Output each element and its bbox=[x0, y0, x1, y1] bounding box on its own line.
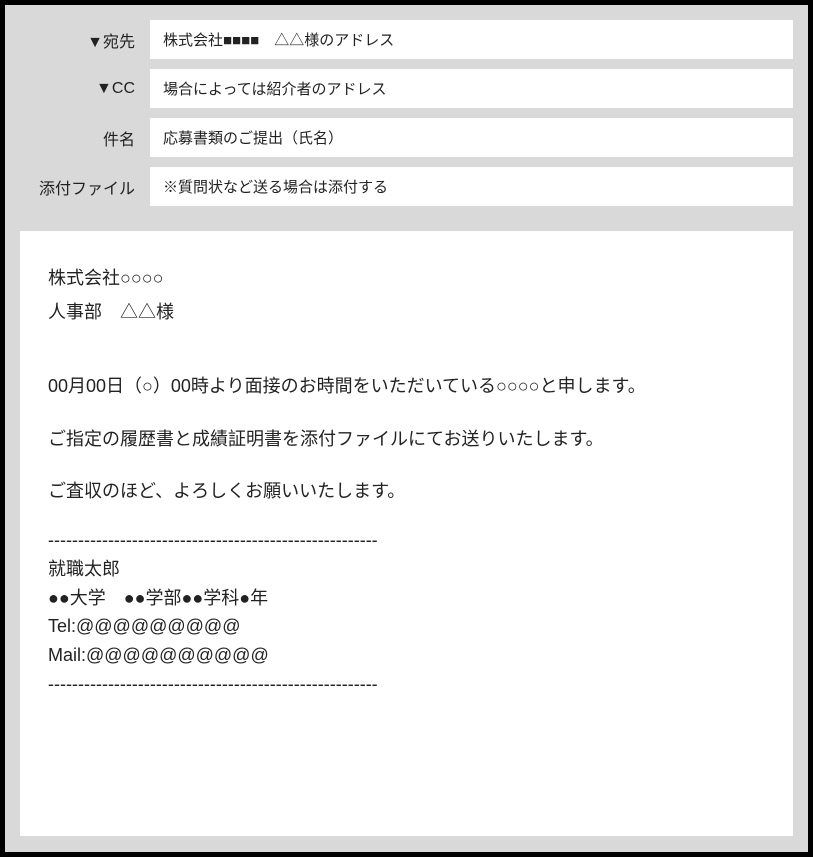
recipient-block: 株式会社○○○○ 人事部 △△様 bbox=[48, 261, 765, 329]
cc-row: ▼CC 場合によっては紹介者のアドレス bbox=[20, 69, 793, 108]
attachment-value[interactable]: ※質問状など送る場合は添付する bbox=[150, 167, 793, 206]
email-template-frame: ▼宛先 株式会社■■■■ △△様のアドレス ▼CC 場合によっては紹介者のアドレ… bbox=[0, 0, 813, 857]
signature-tel: Tel:@@@@@@@@@ bbox=[48, 612, 765, 641]
attachment-row: 添付ファイル ※質問状など送る場合は添付する bbox=[20, 167, 793, 206]
recipient-person: 人事部 △△様 bbox=[48, 295, 765, 329]
recipient-company: 株式会社○○○○ bbox=[48, 261, 765, 295]
body-para-2: ご指定の履歴書と成績証明書を添付ファイルにてお送りいたします。 bbox=[48, 422, 765, 456]
email-body-panel[interactable]: 株式会社○○○○ 人事部 △△様 00月00日（○）00時より面接のお時間をいた… bbox=[20, 231, 793, 836]
to-row: ▼宛先 株式会社■■■■ △△様のアドレス bbox=[20, 20, 793, 59]
body-text: 00月00日（○）00時より面接のお時間をいただいている○○○○と申します。 ご… bbox=[48, 369, 765, 508]
body-para-1: 00月00日（○）00時より面接のお時間をいただいている○○○○と申します。 bbox=[48, 369, 765, 403]
signature-divider-bottom: ----------------------------------------… bbox=[48, 670, 765, 699]
cc-label: ▼CC bbox=[20, 80, 140, 98]
subject-row: 件名 応募書類のご提出（氏名） bbox=[20, 118, 793, 157]
signature-mail: Mail:@@@@@@@@@@ bbox=[48, 641, 765, 670]
subject-value[interactable]: 応募書類のご提出（氏名） bbox=[150, 118, 793, 157]
cc-value[interactable]: 場合によっては紹介者のアドレス bbox=[150, 69, 793, 108]
signature-school: ●●大学 ●●学部●●学科●年 bbox=[48, 584, 765, 613]
signature-name: 就職太郎 bbox=[48, 555, 765, 584]
to-label: ▼宛先 bbox=[20, 28, 140, 52]
email-header-fields: ▼宛先 株式会社■■■■ △△様のアドレス ▼CC 場合によっては紹介者のアドレ… bbox=[20, 20, 793, 206]
body-para-3: ご査収のほど、よろしくお願いいたします。 bbox=[48, 474, 765, 508]
to-value[interactable]: 株式会社■■■■ △△様のアドレス bbox=[150, 20, 793, 59]
attachment-label: 添付ファイル bbox=[20, 175, 140, 199]
signature-divider-top: ----------------------------------------… bbox=[48, 526, 765, 555]
subject-label: 件名 bbox=[20, 126, 140, 150]
signature-block: ----------------------------------------… bbox=[48, 526, 765, 699]
